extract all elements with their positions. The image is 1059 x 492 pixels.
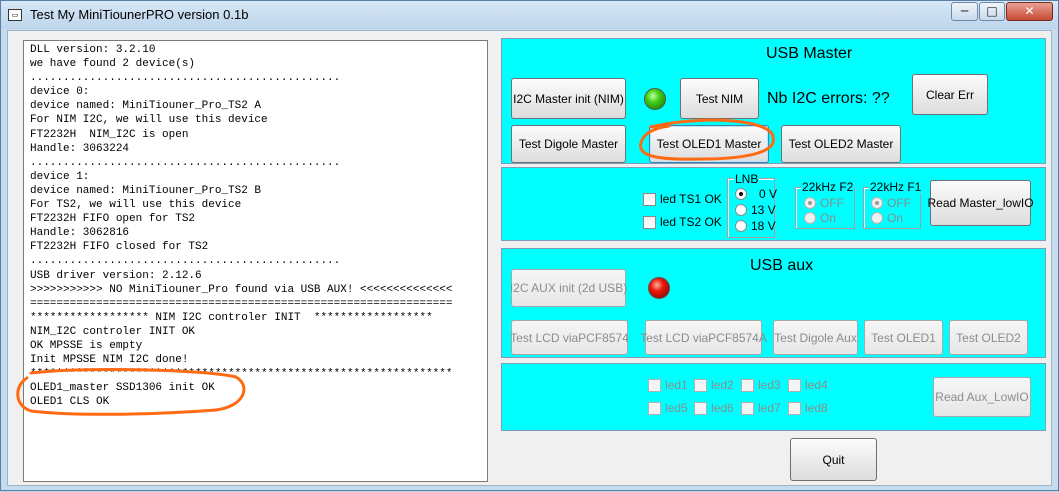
led6-label: led6	[711, 401, 734, 415]
log-line: OLED1 CLS OK	[30, 396, 110, 409]
quit-button[interactable]: Quit	[790, 438, 877, 481]
app-window: ▭ Test My MiniTiounerPRO version 0.1b ─ …	[0, 0, 1059, 491]
led5-label: led5	[665, 401, 688, 415]
log-line: Handle: 3062816	[30, 227, 130, 240]
f1-on-label: On	[887, 211, 904, 225]
test-digole-master-button[interactable]: Test Digole Master	[511, 125, 626, 163]
lnb-radio-0v[interactable]: 0 V	[735, 187, 777, 201]
log-line: device named: MiniTiouner_Pro_TS2 A	[30, 100, 262, 113]
lnb-0v-label: 0 V	[759, 187, 778, 201]
log-line: FT2232H FIFO open for TS2	[30, 213, 196, 226]
f1-legend: 22kHz F1	[869, 180, 923, 194]
led6-checkbox[interactable]: led6	[694, 401, 734, 415]
f2-on-label: On	[820, 211, 837, 225]
f2-radio-off[interactable]: OFF	[804, 196, 844, 210]
log-line: OLED1_master SSD1306 init OK	[30, 382, 215, 395]
log-line: FT2232H FIFO closed for TS2	[30, 241, 209, 254]
led7-label: led7	[758, 401, 781, 415]
lnb-radio-13v[interactable]: 13 V	[735, 203, 776, 217]
test-oled1-master-button[interactable]: Test OLED1 Master	[649, 125, 769, 163]
clear-err-button[interactable]: Clear Err	[912, 74, 988, 115]
log-line: device named: MiniTiouner_Pro_TS2 B	[30, 184, 262, 197]
log-line: USB driver version: 2.12.6	[30, 269, 202, 282]
f2-radio-on[interactable]: On	[804, 211, 836, 225]
log-line: ........................................…	[30, 72, 341, 85]
log-line: Init MPSSE NIM I2C done!	[30, 354, 189, 367]
led-ts2-label: led TS2 OK	[660, 215, 722, 229]
close-button[interactable]: ✕	[1006, 2, 1053, 21]
lnb-13v-label: 13 V	[751, 203, 776, 217]
log-line: ........................................…	[30, 156, 341, 169]
lnb-18v-label: 18 V	[751, 219, 776, 233]
f1-off-label: OFF	[887, 196, 911, 210]
led-ts1-label: led TS1 OK	[660, 192, 722, 206]
log-line: ........................................…	[30, 255, 341, 268]
log-line: FT2232H NIM_I2C is open	[30, 128, 189, 141]
test-oled2-aux-button[interactable]: Test OLED2	[949, 320, 1028, 355]
test-nim-button[interactable]: Test NIM	[680, 78, 759, 119]
read-master-lowio-button[interactable]: Read Master_lowIO	[927, 180, 1034, 226]
master-status-led	[644, 88, 666, 110]
led7-checkbox[interactable]: led7	[741, 401, 781, 415]
test-lcd-pcf8574a-button[interactable]: Test LCD viaPCF8574A	[640, 320, 767, 355]
usb-aux-title: USB aux	[750, 257, 814, 274]
minimize-button[interactable]: ─	[951, 2, 978, 21]
log-lines: DLL version: 3.2.10 we have found 2 devic…	[30, 43, 480, 409]
aux-status-led	[648, 277, 670, 299]
led3-checkbox[interactable]: led3	[741, 378, 781, 392]
led8-label: led8	[805, 401, 828, 415]
f1-radio-off[interactable]: OFF	[871, 196, 911, 210]
test-oled2-master-button[interactable]: Test OLED2 Master	[781, 125, 901, 163]
log-line: DLL version: 3.2.10	[30, 44, 156, 56]
led2-label: led2	[711, 378, 734, 392]
f2-legend: 22kHz F2	[801, 180, 855, 194]
led4-checkbox[interactable]: led4	[788, 378, 828, 392]
led2-checkbox[interactable]: led2	[694, 378, 734, 392]
i2c-errors-label: Nb I2C errors: ??	[767, 90, 890, 107]
lnb-legend: LNB	[734, 172, 760, 186]
log-line: device 1:	[30, 170, 90, 183]
led8-checkbox[interactable]: led8	[788, 401, 828, 415]
lnb-radio-18v[interactable]: 18 V	[735, 219, 776, 233]
log-line: OK MPSSE is empty	[30, 339, 143, 352]
window-title: Test My MiniTiounerPRO version 0.1b	[30, 7, 249, 22]
log-line: NIM_I2C controler INIT OK	[30, 325, 196, 338]
title-bar[interactable]: ▭ Test My MiniTiounerPRO version 0.1b ─ …	[1, 1, 1058, 29]
led-ts2-checkbox[interactable]: led TS2 OK	[643, 215, 722, 229]
log-line: For NIM I2C, we will use this device	[30, 114, 268, 127]
log-line: Handle: 3063224	[30, 142, 130, 155]
led1-checkbox[interactable]: led1	[648, 378, 688, 392]
f2-off-label: OFF	[820, 196, 844, 210]
led4-label: led4	[805, 378, 828, 392]
log-line: ****************************************…	[30, 368, 453, 381]
log-line: For TS2, we will use this device	[30, 199, 242, 212]
i2c-aux-init-button[interactable]: I2C AUX init (2d USB)	[510, 269, 627, 307]
usb-master-title: USB Master	[766, 45, 853, 62]
led-ts1-checkbox[interactable]: led TS1 OK	[643, 192, 722, 206]
log-textbox[interactable]: DLL version: 3.2.10 we have found 2 devic…	[23, 40, 488, 482]
log-line: we have found 2 device(s)	[30, 58, 196, 71]
log-line: ========================================…	[30, 297, 453, 310]
led5-checkbox[interactable]: led5	[648, 401, 688, 415]
led3-label: led3	[758, 378, 781, 392]
read-aux-lowio-button[interactable]: Read Aux_LowIO	[933, 377, 1031, 417]
test-lcd-pcf8574-button[interactable]: Test LCD viaPCF8574	[510, 320, 629, 355]
led1-label: led1	[665, 378, 688, 392]
maximize-button[interactable]: □	[979, 2, 1005, 21]
test-oled1-aux-button[interactable]: Test OLED1	[864, 320, 943, 355]
i2c-master-init-button[interactable]: I2C Master init (NIM)	[511, 78, 626, 119]
log-line: >>>>>>>>>>> NO MiniTiouner_Pro found via…	[30, 283, 453, 296]
app-icon: ▭	[8, 9, 22, 21]
f1-radio-on[interactable]: On	[871, 211, 903, 225]
log-line: device 0:	[30, 86, 90, 99]
test-digole-aux-button[interactable]: Test Digole Aux	[773, 320, 858, 355]
log-line: ****************** NIM I2C controler INI…	[30, 311, 433, 324]
